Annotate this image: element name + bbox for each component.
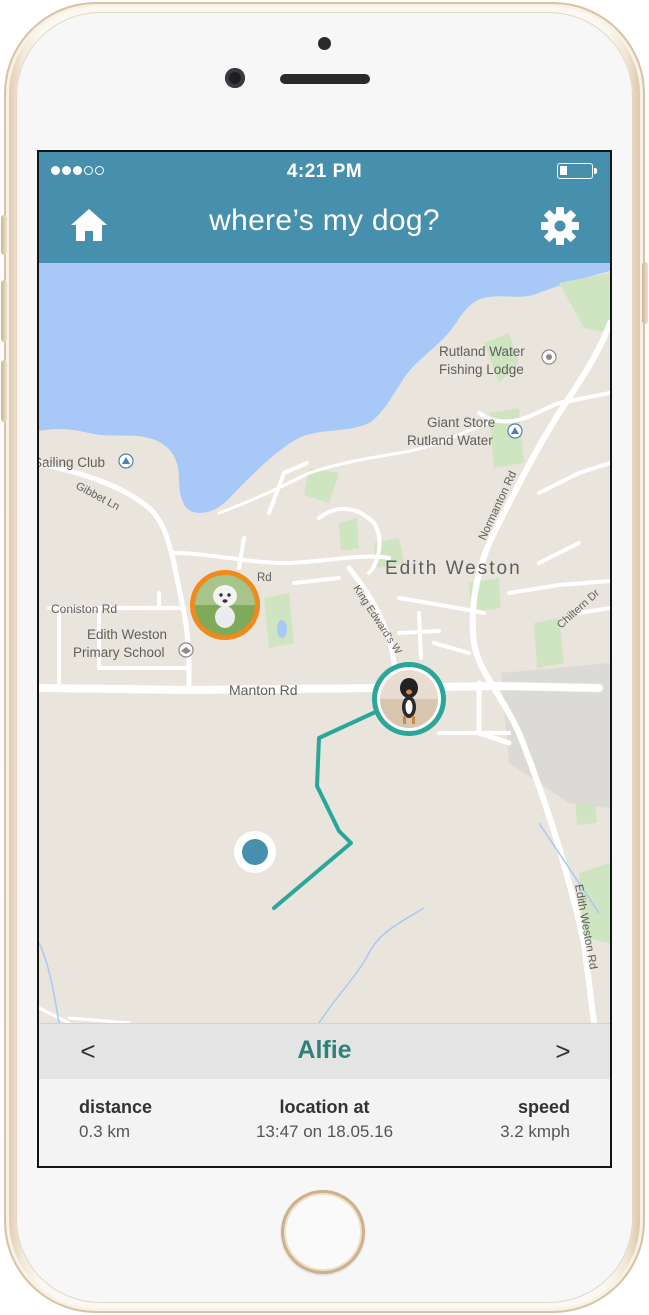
dog-marker-other[interactable]	[190, 570, 260, 640]
current-location-dot	[242, 839, 268, 865]
map-label: Rutland Water	[439, 344, 525, 359]
map-label: Giant Store	[427, 415, 495, 430]
speed-stat: speed 3.2 kmph	[500, 1097, 570, 1142]
speed-value: 3.2 kmph	[500, 1122, 570, 1141]
home-button[interactable]	[281, 1190, 365, 1274]
park-area	[264, 593, 294, 648]
power-button	[642, 262, 648, 324]
dog-selector: < Alfie >	[39, 1023, 610, 1080]
app-screen: 4:21 PM where’s my dog? Rutland Water Fi…	[37, 150, 612, 1168]
manton-road	[39, 682, 603, 694]
map-label: Rutland Water	[407, 433, 493, 448]
battery-level	[560, 166, 567, 175]
lodging-icon-core	[546, 354, 552, 360]
header-bar: 4:21 PM where’s my dog?	[39, 152, 610, 263]
map-view[interactable]: Rutland Water Fishing Lodge Giant Store …	[39, 263, 610, 1112]
map-label: Edith Weston	[87, 627, 167, 642]
volume-down-button	[1, 360, 7, 422]
gear-icon[interactable]	[540, 206, 580, 246]
dog-name: Alfie	[297, 1036, 352, 1064]
battery-tip	[594, 168, 597, 174]
dog-marker-alfie[interactable]	[372, 662, 446, 736]
map-label: Manton Rd	[229, 682, 297, 698]
pond	[277, 620, 287, 638]
volume-up-button	[1, 280, 7, 342]
map-canvas: Rutland Water Fishing Lodge Giant Store …	[39, 263, 610, 1026]
map-label: Coniston Rd	[51, 602, 117, 616]
page-title: where’s my dog?	[209, 204, 440, 237]
status-bar: 4:21 PM	[39, 152, 610, 190]
earpiece-speaker	[280, 74, 370, 84]
map-label: Rd	[257, 572, 272, 584]
map-label: Primary School	[73, 645, 165, 660]
info-panel: distance 0.3 km location at 13:47 on 18.…	[39, 1079, 610, 1166]
side-button	[1, 215, 7, 255]
proximity-sensor	[318, 37, 331, 50]
map-label: Edith Weston	[385, 558, 522, 579]
next-dog-button[interactable]: >	[548, 1036, 578, 1067]
battery-icon	[557, 163, 593, 179]
status-time: 4:21 PM	[286, 161, 363, 182]
park-area	[339, 518, 359, 551]
speed-label: speed	[517, 1097, 570, 1117]
map-label: Fishing Lodge	[439, 362, 524, 377]
map-label: Sailing Club	[39, 455, 105, 470]
front-camera	[225, 68, 245, 88]
